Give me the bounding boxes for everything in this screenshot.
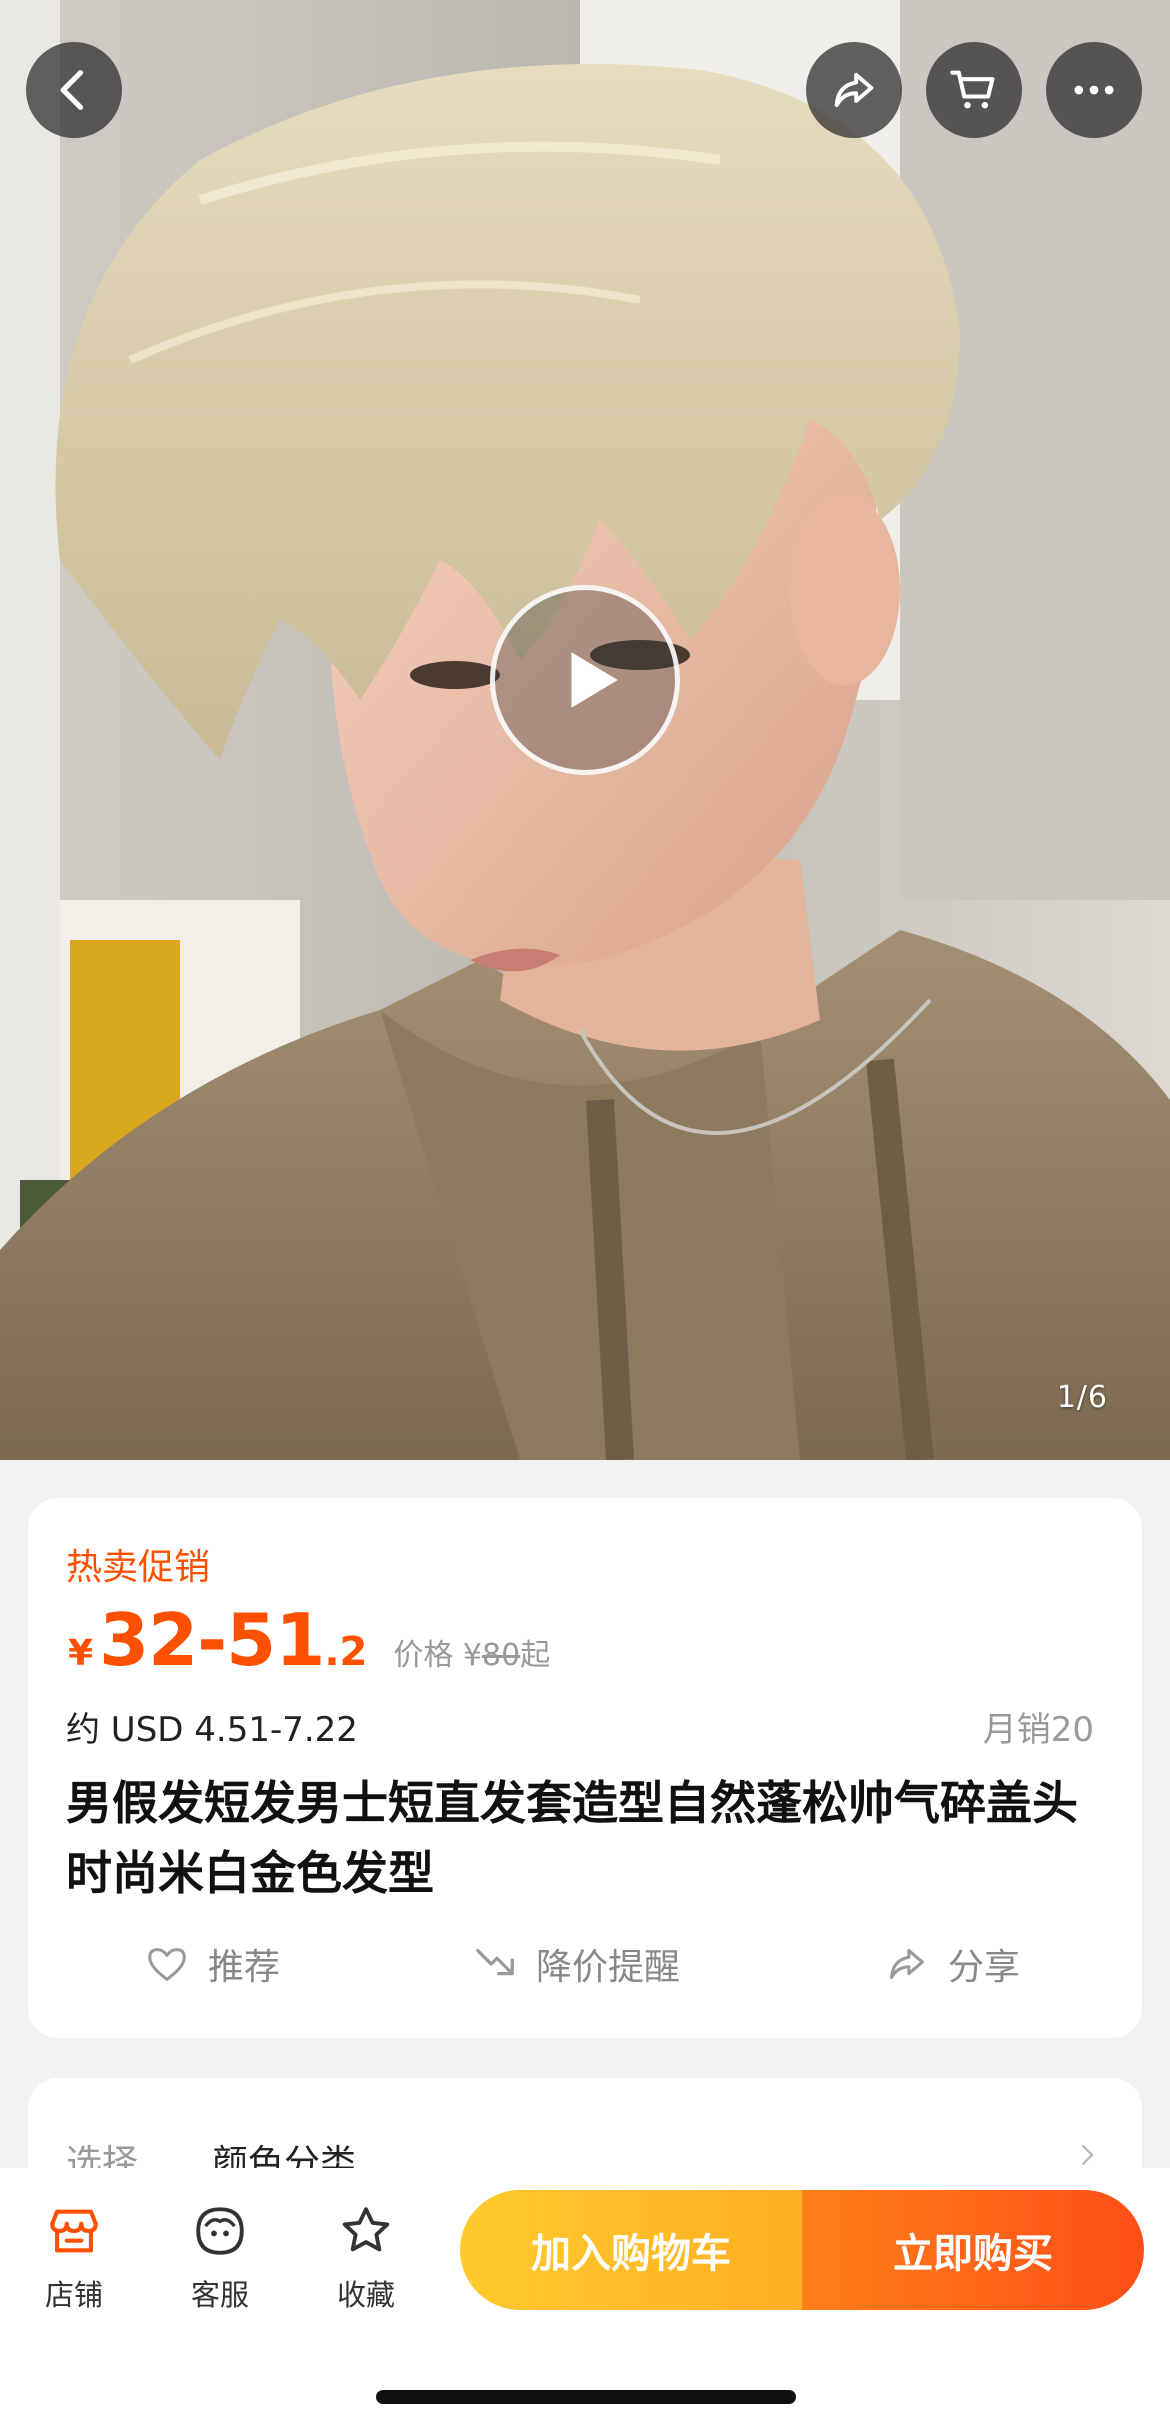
price-range: 32-51 <box>99 1598 325 1682</box>
monthly-sales: 月销20 <box>982 1710 1094 1750</box>
heart-icon <box>148 1948 186 1981</box>
tab-favorite-label: 收藏 <box>336 2278 395 2312</box>
share-button[interactable] <box>806 42 902 138</box>
recommend-label: 推荐 <box>208 1947 281 1988</box>
price-info-card: 热卖促销 ¥ 32-51 .2 价格 ¥80起 约 USD 4.51-7.22 … <box>28 1498 1142 2038</box>
tab-shop-label: 店铺 <box>44 2278 103 2312</box>
cart-icon <box>950 70 995 109</box>
video-play-button[interactable] <box>490 585 680 775</box>
shop-icon <box>50 2209 98 2253</box>
chevron-left-icon <box>60 70 84 110</box>
price-drop-label: 降价提醒 <box>536 1947 681 1988</box>
recommend-button[interactable]: 推荐 <box>144 1938 280 1990</box>
tab-shop[interactable]: 店铺 <box>14 2202 134 2314</box>
cart-button[interactable] <box>926 42 1022 138</box>
chevron-right-icon <box>1082 2145 1094 2165</box>
back-button[interactable] <box>26 42 122 138</box>
currency-symbol: ¥ <box>68 1633 94 1674</box>
product-image-carousel[interactable]: 1/6 <box>0 0 1170 1460</box>
share-label: 分享 <box>948 1947 1021 1988</box>
share-icon <box>890 1949 924 1979</box>
promo-tag: 热卖促销 <box>66 1547 211 1588</box>
product-actions: 推荐 降价提醒 分享 <box>28 1938 1142 2018</box>
star-icon <box>342 2207 390 2252</box>
share-icon <box>834 72 874 108</box>
price-drop-icon <box>476 1948 514 1976</box>
home-indicator <box>376 2390 796 2404</box>
image-page-indicator: 1/6 <box>1056 1380 1108 1415</box>
play-icon <box>571 652 618 708</box>
share-product-button[interactable]: 分享 <box>884 1938 1020 1990</box>
customer-service-icon <box>196 2207 244 2255</box>
buy-now-button[interactable]: 立即购买 <box>802 2190 1144 2310</box>
price-row: ¥ 32-51 .2 价格 ¥80起 <box>68 1598 550 1682</box>
price-drop-alert-button[interactable]: 降价提醒 <box>472 1938 680 1990</box>
product-title: 男假发短发男士短直发套造型自然蓬松帅气碎盖头时尚米白金色发型 <box>66 1776 1078 1900</box>
tab-favorite[interactable]: 收藏 <box>306 2202 426 2314</box>
tab-customer-service-label: 客服 <box>190 2278 249 2312</box>
price-decimal: .2 <box>324 1629 368 1675</box>
original-price-value: 80 <box>482 1638 521 1673</box>
tab-customer-service[interactable]: 客服 <box>160 2202 280 2314</box>
original-price: 价格 ¥80起 <box>393 1638 551 1673</box>
more-icon <box>1074 85 1114 95</box>
add-to-cart-button[interactable]: 加入购物车 <box>460 2190 802 2310</box>
usd-price: 约 USD 4.51-7.22 <box>66 1710 358 1750</box>
more-button[interactable] <box>1046 42 1142 138</box>
